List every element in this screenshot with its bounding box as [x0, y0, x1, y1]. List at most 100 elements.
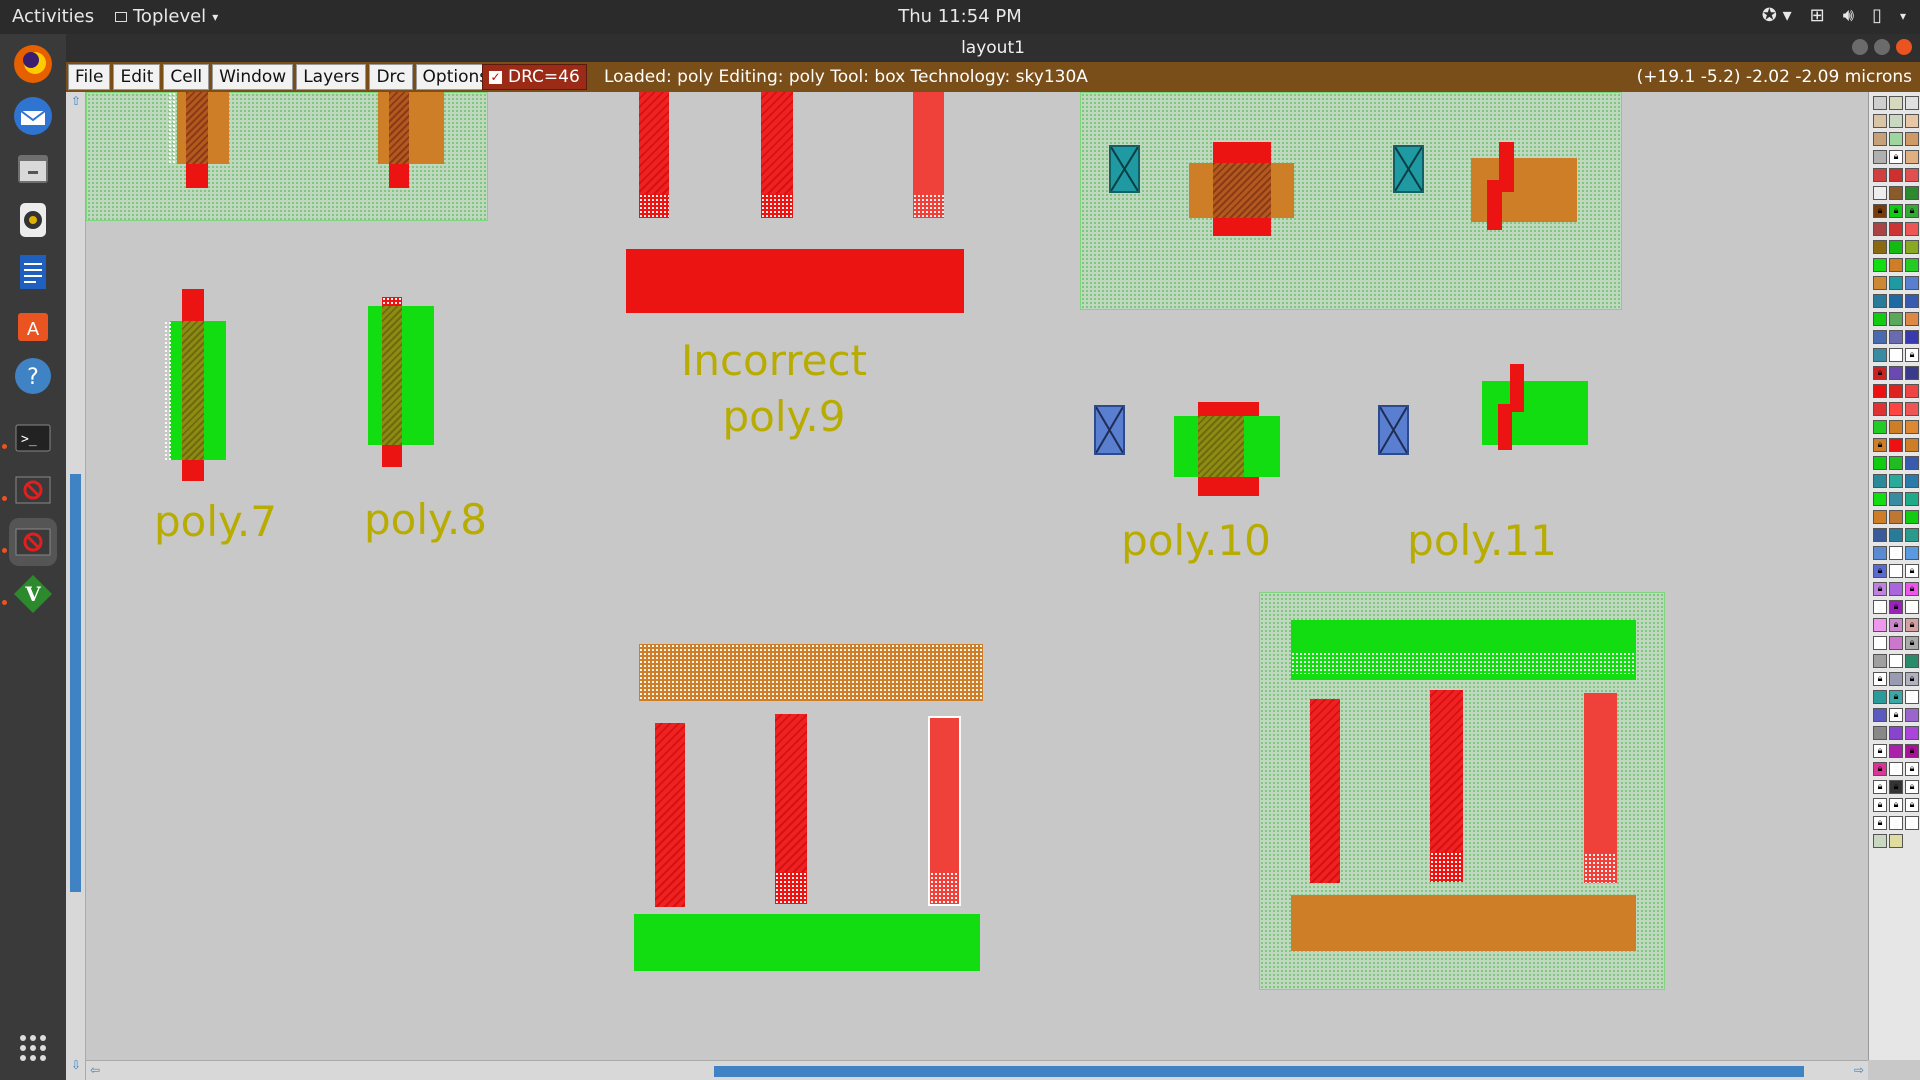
- layer-swatch[interactable]: [1889, 492, 1903, 506]
- battery-icon[interactable]: ▯: [1872, 5, 1882, 26]
- layer-swatch[interactable]: [1889, 240, 1903, 254]
- layer-swatch[interactable]: [1889, 384, 1903, 398]
- layer-swatch[interactable]: [1889, 420, 1903, 434]
- layer-swatch[interactable]: [1889, 258, 1903, 272]
- vertical-scroll-thumb[interactable]: [70, 474, 81, 892]
- layer-swatch[interactable]: [1889, 348, 1903, 362]
- layer-lock-icon[interactable]: 🔒︎: [1873, 564, 1887, 578]
- layer-swatch[interactable]: [1889, 816, 1903, 830]
- layer-swatch[interactable]: [1889, 834, 1903, 848]
- scroll-left-icon[interactable]: ⇦: [90, 1063, 100, 1077]
- layer-swatch[interactable]: [1905, 168, 1919, 182]
- menu-window[interactable]: Window: [212, 64, 294, 90]
- show-apps-icon[interactable]: [9, 1024, 57, 1072]
- layer-swatch[interactable]: [1889, 294, 1903, 308]
- layer-swatch[interactable]: [1873, 294, 1887, 308]
- layer-swatch[interactable]: [1889, 726, 1903, 740]
- layer-swatch[interactable]: [1905, 222, 1919, 236]
- layer-lock-icon[interactable]: 🔒︎: [1889, 204, 1903, 218]
- layer-swatch[interactable]: [1905, 600, 1919, 614]
- maximize-button[interactable]: [1874, 39, 1890, 55]
- layer-swatch[interactable]: [1873, 420, 1887, 434]
- layer-swatch[interactable]: [1905, 438, 1919, 452]
- layer-swatch[interactable]: [1873, 618, 1887, 632]
- layer-swatch[interactable]: [1873, 150, 1887, 164]
- horizontal-scrollbar[interactable]: ⇦ ⇨: [86, 1060, 1868, 1080]
- layer-swatch[interactable]: [1905, 726, 1919, 740]
- layer-lock-icon[interactable]: 🔒︎: [1889, 690, 1903, 704]
- layer-swatch[interactable]: [1905, 690, 1919, 704]
- layer-swatch[interactable]: [1905, 654, 1919, 668]
- vim-icon[interactable]: V: [9, 570, 57, 618]
- menu-cell[interactable]: Cell: [163, 64, 210, 90]
- layer-swatch[interactable]: [1905, 816, 1919, 830]
- layer-lock-icon[interactable]: 🔒︎: [1889, 150, 1903, 164]
- layer-lock-icon[interactable]: 🔒︎: [1905, 744, 1919, 758]
- layer-lock-icon[interactable]: 🔒︎: [1873, 672, 1887, 686]
- layer-swatch[interactable]: [1873, 222, 1887, 236]
- layout-canvas[interactable]: poly.7 poly.8 Incorrect poly.9 poly.10 p…: [86, 92, 1868, 1060]
- layer-swatch[interactable]: [1889, 672, 1903, 686]
- layer-swatch[interactable]: [1889, 330, 1903, 344]
- layer-swatch[interactable]: [1873, 546, 1887, 560]
- layer-lock-icon[interactable]: 🔒︎: [1873, 204, 1887, 218]
- layer-swatch[interactable]: [1905, 402, 1919, 416]
- layer-lock-icon[interactable]: 🔒︎: [1873, 762, 1887, 776]
- layer-swatch[interactable]: [1873, 240, 1887, 254]
- layer-lock-icon[interactable]: 🔒︎: [1905, 204, 1919, 218]
- horizontal-scroll-thumb[interactable]: [714, 1066, 1804, 1077]
- layer-swatch[interactable]: [1905, 330, 1919, 344]
- menu-layers[interactable]: Layers: [296, 64, 367, 90]
- layer-swatch[interactable]: [1873, 708, 1887, 722]
- layer-swatch[interactable]: [1889, 276, 1903, 290]
- close-button[interactable]: [1896, 39, 1912, 55]
- layer-swatch[interactable]: [1873, 474, 1887, 488]
- layer-swatch[interactable]: [1889, 114, 1903, 128]
- layer-lock-icon[interactable]: 🔒︎: [1889, 708, 1903, 722]
- firefox-icon[interactable]: [9, 40, 57, 88]
- layer-lock-icon[interactable]: 🔒︎: [1905, 564, 1919, 578]
- layer-swatch[interactable]: [1873, 528, 1887, 542]
- layer-lock-icon[interactable]: 🔒︎: [1873, 816, 1887, 830]
- layer-swatch[interactable]: [1889, 654, 1903, 668]
- layer-lock-icon[interactable]: 🔒︎: [1905, 582, 1919, 596]
- layer-swatch[interactable]: [1873, 96, 1887, 110]
- layer-lock-icon[interactable]: 🔒︎: [1905, 672, 1919, 686]
- layer-swatch[interactable]: [1905, 420, 1919, 434]
- layer-swatch[interactable]: [1905, 708, 1919, 722]
- layer-swatch[interactable]: [1905, 132, 1919, 146]
- terminal-icon[interactable]: >_: [9, 414, 57, 462]
- layer-swatch[interactable]: [1889, 744, 1903, 758]
- layer-lock-icon[interactable]: 🔒︎: [1905, 636, 1919, 650]
- layer-swatch[interactable]: [1873, 492, 1887, 506]
- layer-swatch[interactable]: [1873, 312, 1887, 326]
- layer-lock-icon[interactable]: 🔒︎: [1873, 744, 1887, 758]
- scroll-right-icon[interactable]: ⇨: [1854, 1063, 1864, 1077]
- layer-swatch[interactable]: [1889, 564, 1903, 578]
- layer-lock-icon[interactable]: 🔒︎: [1905, 798, 1919, 812]
- menu-drc[interactable]: Drc: [369, 64, 413, 90]
- layer-lock-icon[interactable]: 🔒︎: [1873, 366, 1887, 380]
- layer-swatch[interactable]: [1873, 258, 1887, 272]
- rhythmbox-icon[interactable]: [9, 196, 57, 244]
- layer-swatch[interactable]: [1905, 276, 1919, 290]
- thunderbird-icon[interactable]: [9, 92, 57, 140]
- network-icon[interactable]: ⊞: [1810, 5, 1825, 26]
- layer-swatch[interactable]: [1905, 546, 1919, 560]
- layer-lock-icon[interactable]: 🔒︎: [1905, 780, 1919, 794]
- layer-swatch[interactable]: [1873, 636, 1887, 650]
- layer-swatch[interactable]: [1873, 726, 1887, 740]
- layer-lock-icon[interactable]: 🔒︎: [1873, 798, 1887, 812]
- window-titlebar[interactable]: layout1: [66, 34, 1920, 62]
- help-icon[interactable]: ?: [9, 352, 57, 400]
- layer-swatch[interactable]: [1889, 510, 1903, 524]
- layer-lock-icon[interactable]: 🔒︎: [1889, 618, 1903, 632]
- layer-swatch[interactable]: [1905, 492, 1919, 506]
- layer-swatch[interactable]: [1873, 114, 1887, 128]
- drc-toggle[interactable]: ✓ DRC=46: [482, 64, 587, 90]
- layer-swatch[interactable]: [1905, 96, 1919, 110]
- layer-swatch[interactable]: [1889, 222, 1903, 236]
- layer-swatch[interactable]: [1873, 168, 1887, 182]
- layer-swatch[interactable]: [1889, 528, 1903, 542]
- layer-swatch[interactable]: [1889, 456, 1903, 470]
